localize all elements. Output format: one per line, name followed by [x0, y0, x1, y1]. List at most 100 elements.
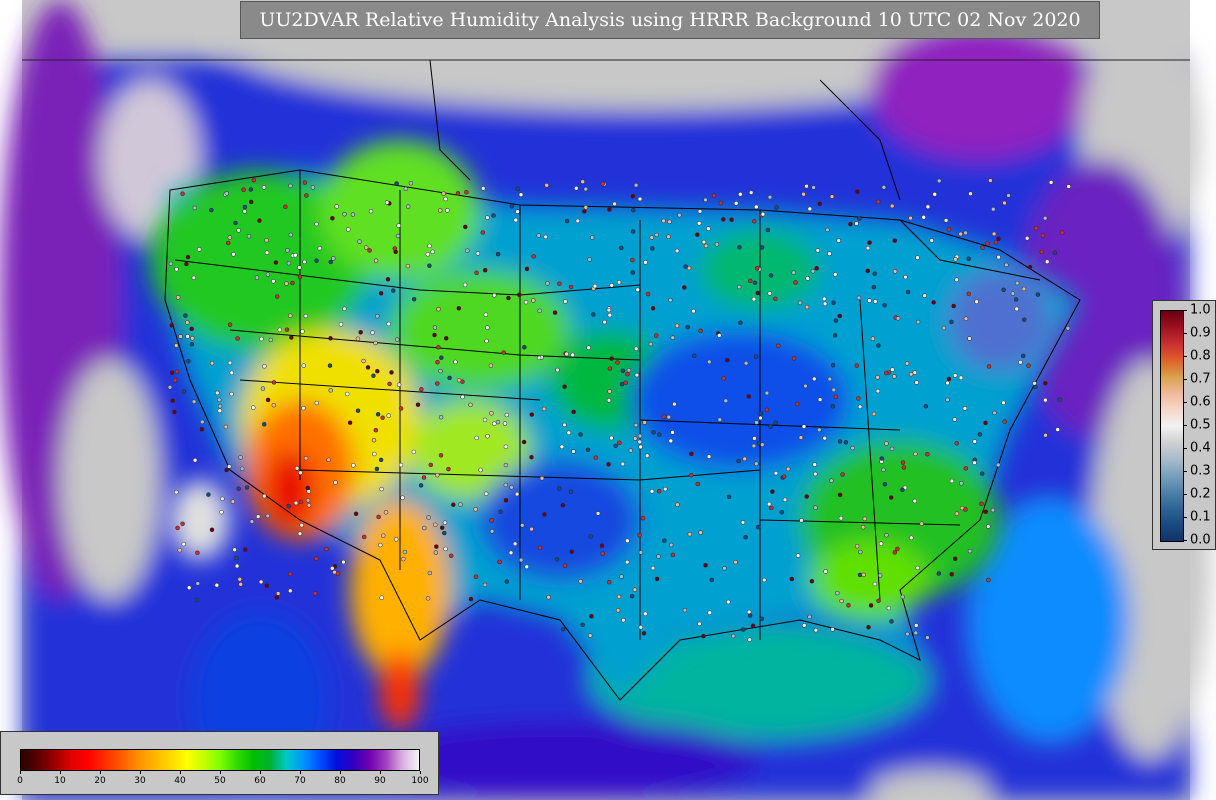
station-marker: [886, 605, 892, 611]
station-marker: [265, 513, 271, 519]
station-marker: [925, 635, 930, 640]
station-marker: [229, 370, 235, 376]
station-marker: [220, 496, 225, 502]
station-marker: [592, 283, 598, 289]
station-marker: [288, 183, 293, 189]
station-marker: [697, 209, 703, 214]
station-marker: [750, 623, 756, 629]
station-marker: [233, 220, 238, 226]
station-marker: [244, 485, 250, 490]
station-marker: [921, 215, 926, 220]
station-marker: [630, 193, 636, 199]
station-marker: [456, 377, 462, 383]
station-marker: [330, 216, 335, 221]
station-marker: [651, 430, 656, 435]
station-marker: [542, 512, 547, 517]
obs-tickmark: [1184, 540, 1187, 541]
station-marker: [791, 270, 796, 275]
station-marker: [963, 466, 969, 471]
station-marker: [255, 514, 261, 519]
station-marker: [448, 553, 454, 559]
station-marker: [637, 532, 642, 538]
obs-tickmark: [1184, 517, 1187, 518]
station-marker: [967, 548, 973, 554]
station-marker: [227, 360, 233, 366]
station-marker: [767, 194, 773, 200]
station-marker: [656, 554, 661, 559]
station-marker: [396, 382, 402, 387]
station-marker: [815, 248, 821, 253]
station-marker: [383, 510, 389, 515]
station-marker: [297, 265, 302, 270]
station-marker: [174, 489, 179, 495]
station-marker: [473, 507, 478, 512]
station-marker: [483, 312, 489, 318]
station-marker: [823, 569, 828, 574]
station-marker: [214, 582, 220, 588]
station-marker: [370, 330, 375, 335]
station-marker: [564, 218, 570, 224]
station-marker: [394, 337, 400, 342]
station-marker: [371, 373, 376, 378]
station-marker: [350, 212, 356, 217]
rh-tickmark: [420, 771, 421, 774]
station-marker: [285, 248, 290, 253]
station-marker: [271, 380, 277, 385]
station-marker: [545, 281, 550, 286]
station-marker: [521, 439, 527, 445]
station-marker: [754, 266, 760, 271]
station-marker: [1040, 233, 1046, 238]
station-marker: [653, 333, 659, 338]
station-marker: [174, 369, 180, 375]
station-marker: [743, 534, 748, 540]
station-marker: [303, 313, 309, 319]
station-marker: [520, 523, 525, 528]
station-marker: [666, 414, 672, 420]
station-marker: [701, 633, 706, 639]
station-marker: [872, 581, 878, 587]
station-marker: [485, 215, 490, 220]
station-marker: [446, 466, 451, 472]
station-marker: [353, 511, 359, 517]
station-marker: [464, 189, 469, 195]
station-marker: [264, 583, 270, 589]
station-marker: [411, 449, 417, 455]
station-marker: [972, 439, 977, 444]
station-marker: [1014, 280, 1020, 286]
station-marker: [801, 424, 807, 429]
station-marker: [751, 443, 757, 449]
station-marker: [748, 190, 754, 195]
station-marker: [830, 404, 836, 409]
station-marker: [227, 235, 233, 240]
station-marker: [767, 291, 772, 296]
humidity-map: [0, 0, 1216, 800]
station-marker: [619, 381, 625, 387]
station-marker: [438, 414, 444, 420]
station-marker: [644, 453, 650, 458]
station-marker: [433, 522, 438, 528]
map-title: UU2DVAR Relative Humidity Analysis using…: [240, 1, 1100, 39]
station-marker: [373, 427, 379, 433]
obs-tickmark: [1184, 494, 1187, 495]
station-marker: [482, 267, 488, 273]
station-marker: [756, 441, 762, 446]
station-marker: [782, 497, 788, 503]
station-marker: [169, 370, 175, 376]
station-marker: [968, 191, 973, 196]
station-marker: [865, 268, 871, 274]
station-marker: [789, 576, 795, 582]
station-marker: [883, 370, 889, 376]
station-marker: [905, 289, 911, 295]
station-marker: [889, 203, 895, 209]
station-marker: [609, 283, 614, 288]
station-marker: [1043, 433, 1048, 438]
station-marker: [621, 617, 626, 623]
station-marker: [860, 524, 866, 530]
station-marker: [876, 598, 881, 604]
station-marker: [607, 366, 613, 371]
station-marker: [633, 346, 639, 352]
station-marker: [358, 330, 363, 335]
station-marker: [843, 440, 849, 445]
station-marker: [663, 486, 668, 492]
station-marker: [331, 256, 336, 261]
